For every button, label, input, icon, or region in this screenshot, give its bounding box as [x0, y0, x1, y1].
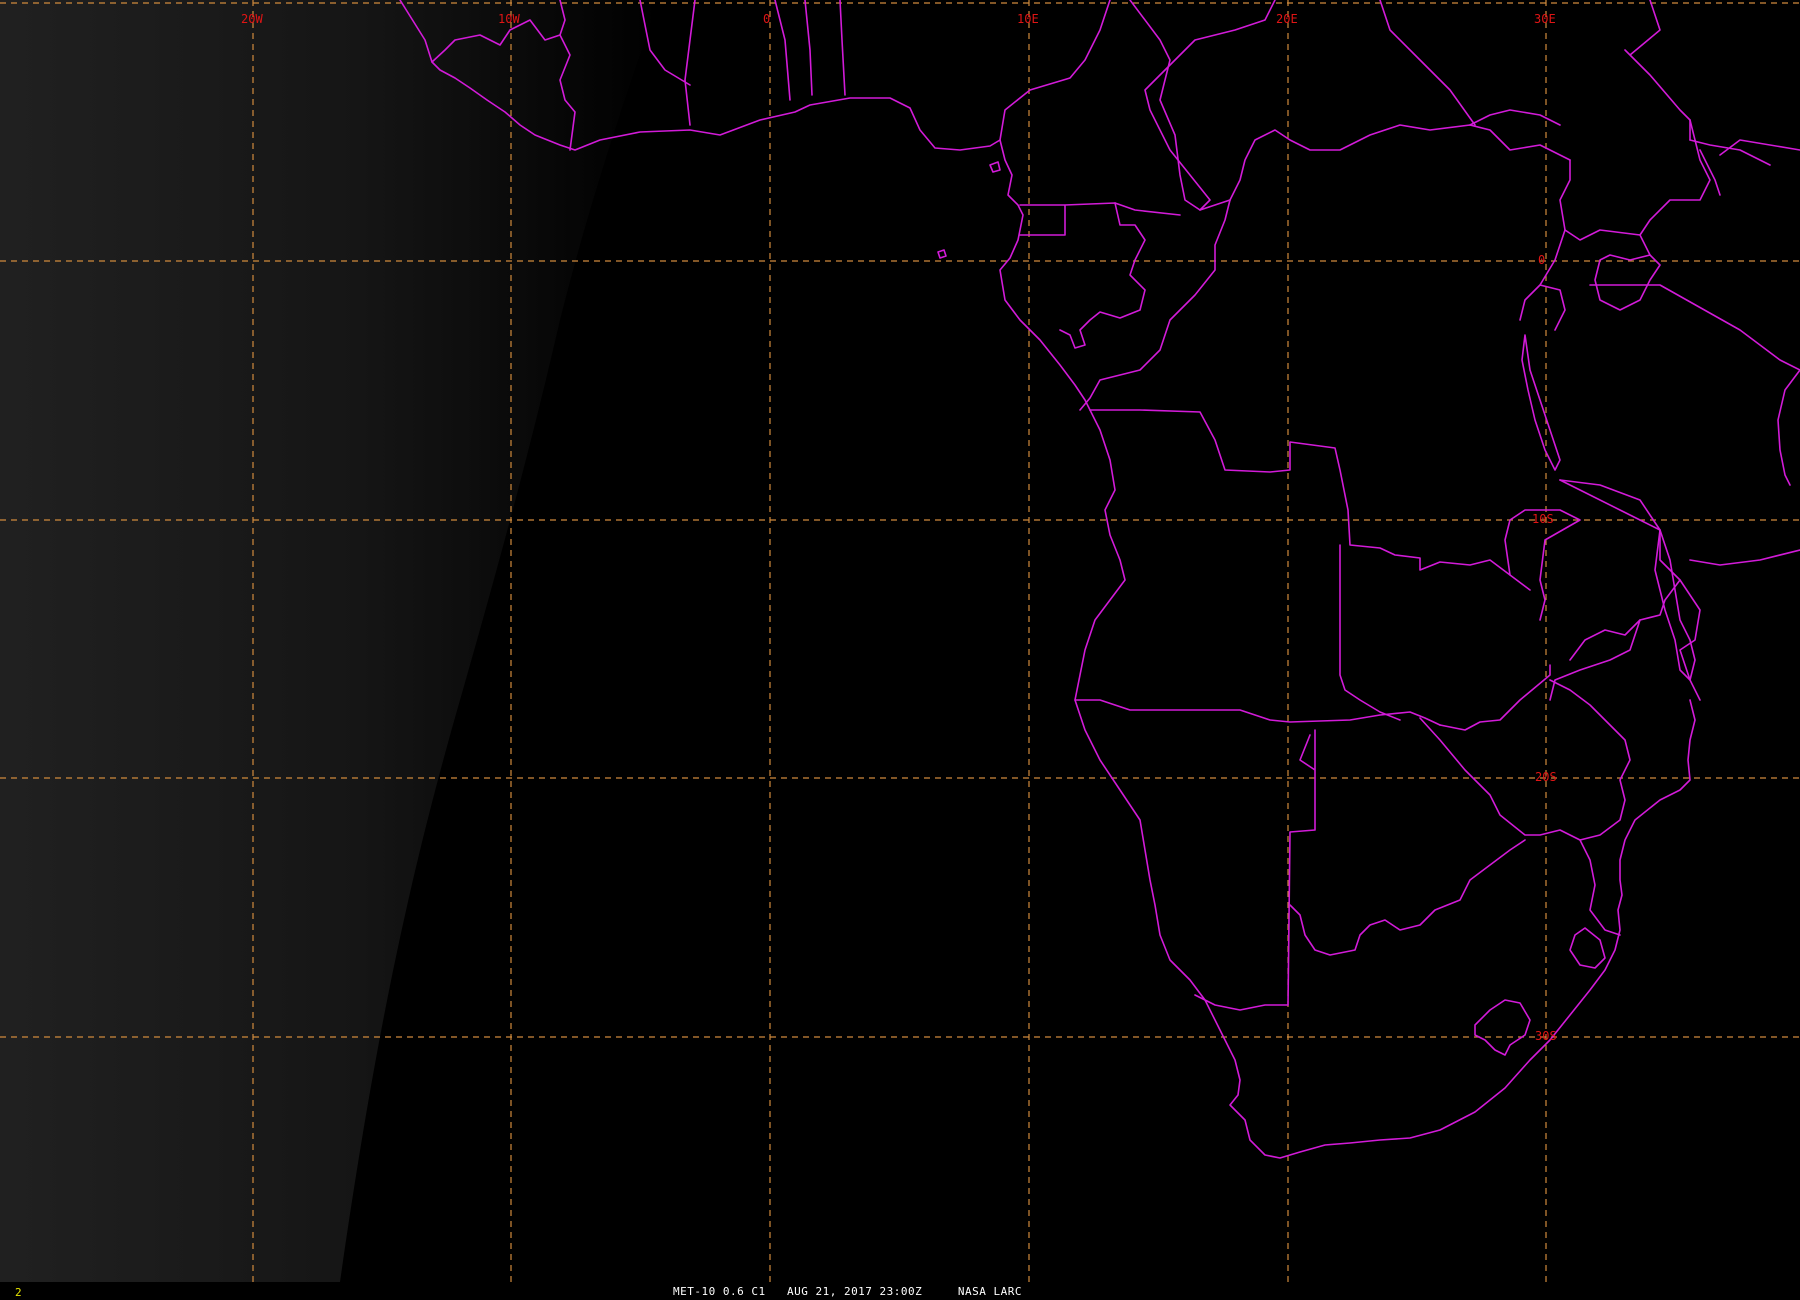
lake-tanganyika	[1521, 334, 1561, 471]
lon-label-10e: 10E	[1017, 12, 1039, 26]
lake-victoria	[1594, 254, 1661, 311]
lat-label-0: 0	[1538, 253, 1545, 267]
border-drc-north	[1229, 124, 1571, 201]
map-canvas: 20W 10W 0 10E 20E 30E 0 10S 20S 30S	[0, 0, 1800, 1282]
border-zimbabwe	[1419, 679, 1631, 841]
political-borders	[399, 0, 1800, 1159]
lon-label-30e: 30E	[1534, 12, 1556, 26]
island-bioko	[937, 249, 947, 259]
border-car	[1144, 0, 1276, 211]
border-mozambique-north	[1689, 549, 1800, 566]
product-caption: MET-10 0.6 C1 AUG 21, 2017 23:00Z NASA L…	[673, 1285, 1023, 1298]
border-tanzania	[1589, 284, 1800, 371]
border-rwanda-burundi	[1519, 229, 1566, 331]
border-south-sudan	[1379, 0, 1561, 126]
border-nigeria-cameroon	[999, 0, 1231, 211]
border-zambia-zimbabwe	[1439, 664, 1551, 731]
lon-label-20e: 20E	[1276, 12, 1298, 26]
border-ghana-togo	[774, 0, 846, 101]
latitude-labels: 0 10S 20S 30S	[1532, 253, 1557, 1043]
lat-label-30s: 30S	[1535, 1029, 1557, 1043]
border-mozambique-malawi	[1549, 579, 1701, 701]
border-zambia-tanzania	[1559, 479, 1681, 661]
image-footer: 2 MET-10 0.6 C1 AUG 21, 2017 23:00Z NASA…	[0, 1282, 1800, 1300]
border-lesotho	[1474, 999, 1531, 1056]
lat-label-10s: 10S	[1532, 512, 1554, 526]
border-ethiopia	[1624, 0, 1691, 141]
border-eswatini	[1569, 927, 1606, 969]
island-sao-tome	[989, 161, 1001, 173]
border-gabon-congo	[1059, 202, 1146, 349]
lon-label-10w: 10W	[498, 12, 520, 26]
border-drc-angola	[1089, 409, 1531, 591]
border-mozambique-southafrica	[1579, 839, 1621, 936]
border-uganda-kenya	[1559, 119, 1711, 256]
lon-label-0: 0	[763, 12, 770, 26]
border-botswana-south	[1289, 839, 1526, 956]
border-equatorial-guinea	[1019, 202, 1181, 236]
lon-label-20w: 20W	[241, 12, 263, 26]
twilight-glow	[0, 0, 660, 1282]
border-drc-east	[1504, 479, 1661, 621]
coast-angola-namibia	[1074, 409, 1696, 1159]
border-congo-drc	[1079, 199, 1231, 411]
border-namibia-botswana	[1287, 729, 1316, 1006]
lat-label-20s: 20S	[1535, 770, 1557, 784]
lake-malawi	[1654, 529, 1696, 681]
border-angola-zambia	[1339, 544, 1401, 721]
frame-number: 2	[15, 1286, 22, 1299]
coast-madagascar	[1777, 369, 1800, 486]
satellite-viewer: 20W 10W 0 10E 20E 30E 0 10S 20S 30S 2 ME…	[0, 0, 1800, 1300]
satellite-image: 20W 10W 0 10E 20E 30E 0 10S 20S 30S	[0, 0, 1800, 1282]
border-angola-namibia	[1074, 699, 1441, 726]
